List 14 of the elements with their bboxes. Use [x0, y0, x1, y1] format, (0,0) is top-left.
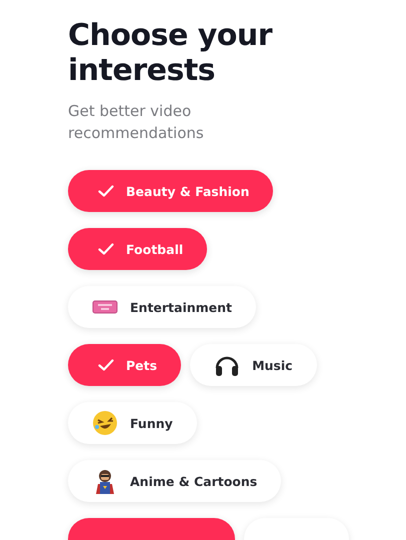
- interest-chip[interactable]: Entertainment: [68, 286, 256, 328]
- check-icon: [98, 243, 114, 255]
- interest-chip[interactable]: Music: [190, 344, 317, 386]
- interest-chip[interactable]: Anime & Cartoons: [68, 460, 282, 502]
- laughing-emoji-icon: [92, 410, 118, 436]
- ticket-icon: [92, 300, 118, 314]
- interest-chip[interactable]: Beauty & Fashion: [68, 170, 274, 212]
- page-title: Choose your interests: [68, 18, 274, 88]
- check-icon: [98, 359, 114, 371]
- check-icon: [98, 185, 114, 197]
- interest-chip[interactable]: Football: [68, 228, 208, 270]
- interest-chip[interactable]: Funny: [68, 402, 197, 444]
- page-subtitle: Get better video recommendations: [68, 101, 205, 144]
- interest-chip[interactable]: Pets: [68, 344, 182, 386]
